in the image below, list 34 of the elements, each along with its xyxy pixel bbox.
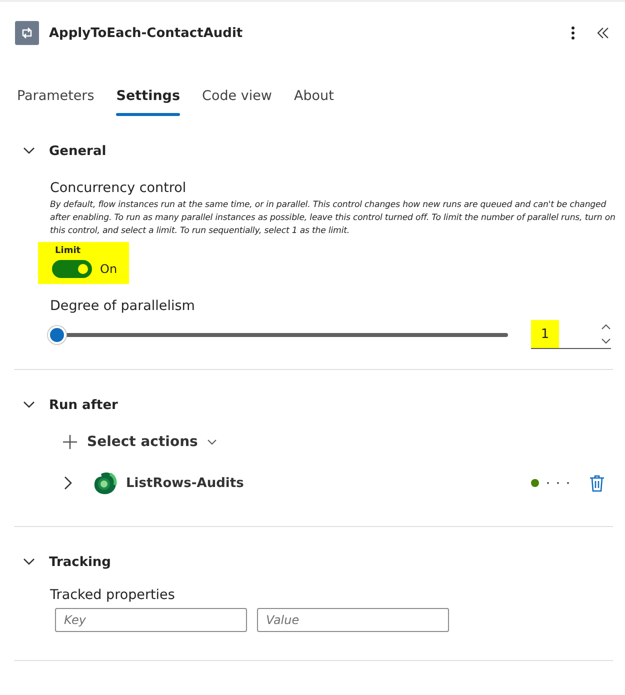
toggle-label: Limit bbox=[55, 246, 82, 256]
section-header[interactable]: General bbox=[14, 128, 613, 174]
chevron-icon[interactable] bbox=[23, 558, 35, 566]
slider-thumb[interactable] bbox=[48, 326, 66, 344]
number-field[interactable]: 1 bbox=[531, 320, 611, 349]
value-field[interactable]: Value bbox=[257, 608, 449, 632]
field-label: Degree of parallelism bbox=[50, 298, 196, 314]
chevron-icon[interactable] bbox=[23, 401, 35, 409]
loop-icon bbox=[15, 21, 39, 45]
tab[interactable]: Settings bbox=[105, 80, 192, 116]
field-label: Tracked properties bbox=[50, 587, 176, 603]
slider[interactable] bbox=[48, 326, 510, 344]
toggle-switch[interactable] bbox=[52, 260, 92, 278]
chevron-icon[interactable] bbox=[64, 476, 72, 490]
more-icon[interactable] bbox=[571, 26, 575, 40]
toggle-state: On bbox=[100, 262, 118, 276]
action-title: ApplyToEach-ContactAudit bbox=[49, 26, 244, 40]
field-label: Concurrency control bbox=[50, 180, 188, 196]
description-text: By default, flow instances run at the same time, or in parallel. This control changes how new runs are queued and can't be changed after enabling. To run as many parallel instances as possible, leave this control turned off. To limit the number of parallel runs, turn on this control, and select a limit. To run sequentially, select 1 as the limit. bbox=[50, 199, 616, 238]
section-header[interactable]: Run after bbox=[14, 382, 613, 428]
action-name[interactable]: ListRows-Audits bbox=[126, 476, 531, 490]
spin-arrows-icon[interactable] bbox=[601, 323, 611, 345]
tab[interactable]: About bbox=[282, 80, 345, 116]
collapse-icon[interactable] bbox=[597, 27, 609, 39]
tab[interactable]: Code view bbox=[191, 80, 283, 116]
dataverse-icon bbox=[92, 470, 118, 496]
section-header[interactable]: Tracking bbox=[14, 539, 613, 585]
tab[interactable]: Parameters bbox=[6, 80, 106, 116]
delete-icon[interactable] bbox=[589, 474, 605, 492]
plus-icon[interactable] bbox=[62, 434, 78, 450]
chevron-icon[interactable] bbox=[206, 439, 217, 445]
select-actions-button[interactable]: Select actions bbox=[62, 434, 613, 450]
key-field[interactable]: Key bbox=[55, 608, 247, 632]
chevron-icon[interactable] bbox=[23, 147, 35, 155]
